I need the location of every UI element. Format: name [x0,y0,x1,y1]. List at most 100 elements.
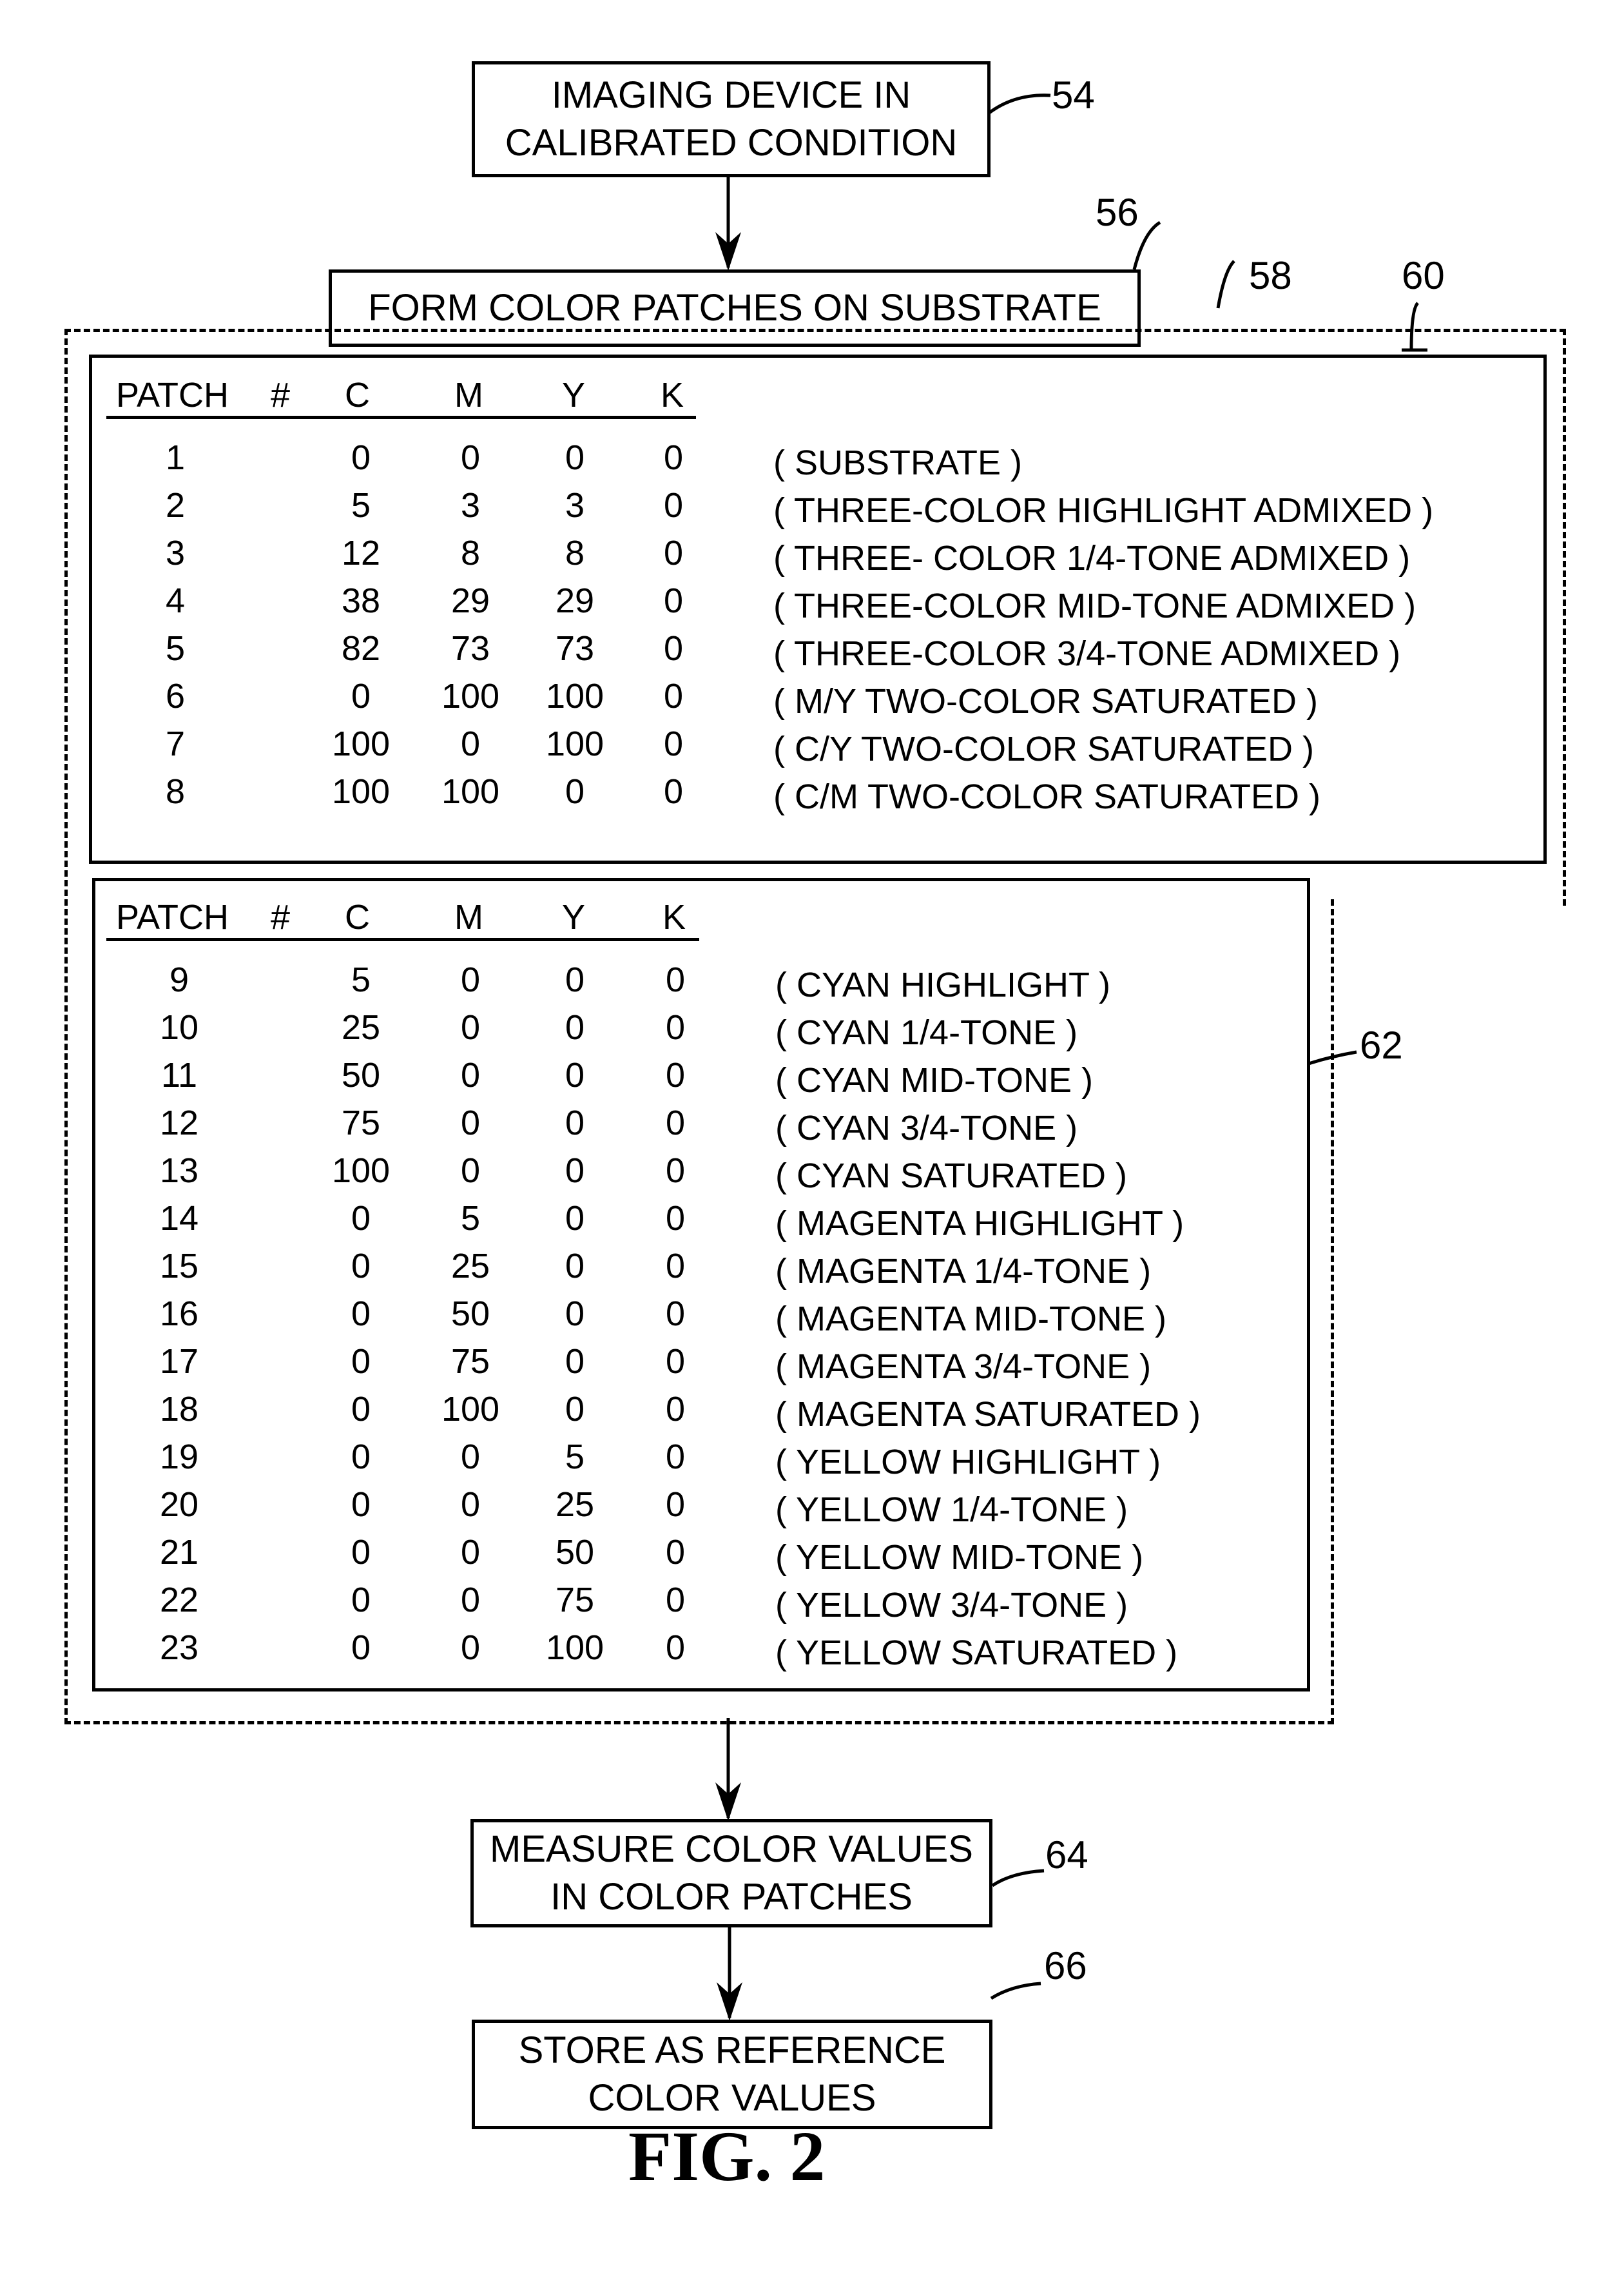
cell-k: 0 [665,1056,686,1095]
step-66-line-1: STORE AS REFERENCE [518,2029,946,2071]
cell-y: 25 [555,1485,595,1524]
cell-k: 0 [665,1533,686,1572]
header-hash: # [271,376,291,414]
cell-description: ( THREE-COLOR HIGHLIGHT ADMIXED ) [773,491,1434,530]
cell-m: 100 [441,677,500,716]
cell-patch: 22 [159,1581,199,1619]
cell-m: 25 [450,1247,490,1285]
cell-m: 0 [460,1056,481,1095]
header-m: M [454,376,483,414]
cell-y: 100 [545,677,604,716]
cell-patch: 19 [159,1438,199,1476]
cell-description: ( C/Y TWO-COLOR SATURATED ) [773,730,1315,768]
ref-58: 58 [1249,254,1292,297]
cell-m: 0 [460,725,481,763]
cell-y: 75 [555,1581,595,1619]
cell-description: ( MAGENTA SATURATED ) [775,1395,1201,1434]
cell-y: 0 [565,1390,585,1428]
cell-c: 75 [341,1104,381,1142]
cell-m: 0 [460,1628,481,1667]
step-54-line-2: CALIBRATED CONDITION [505,122,958,164]
step-66-line-2: COLOR VALUES [588,2077,876,2119]
ref-54: 54 [1052,73,1095,117]
cell-patch: 6 [165,677,186,716]
cell-description: ( YELLOW HIGHLIGHT ) [775,1443,1161,1481]
cell-c: 0 [351,1342,371,1381]
cell-k: 0 [665,1438,686,1476]
cell-m: 0 [460,1581,481,1619]
cell-description: ( MAGENTA HIGHLIGHT ) [775,1204,1184,1243]
cell-m: 29 [450,581,490,620]
cell-y: 8 [565,534,585,572]
header-m: M [454,898,483,937]
cell-y: 50 [555,1533,595,1572]
cell-y: 0 [565,1056,585,1095]
cell-description: ( M/Y TWO-COLOR SATURATED ) [773,682,1319,721]
cell-description: ( CYAN SATURATED ) [775,1156,1128,1195]
cell-c: 0 [351,1485,371,1524]
cell-y: 0 [565,1104,585,1142]
cell-y: 29 [555,581,595,620]
cell-patch: 7 [165,725,186,763]
cell-c: 5 [351,960,371,999]
leader-54 [988,93,1051,115]
header-rule [106,416,696,419]
cell-description: ( YELLOW 3/4-TONE ) [775,1586,1128,1624]
cell-patch: 21 [159,1533,199,1572]
cell-k: 0 [665,1342,686,1381]
cell-c: 100 [331,725,391,763]
step-54-box: IMAGING DEVICE IN CALIBRATED CONDITION [472,61,991,177]
header-y: Y [562,376,586,414]
cell-patch: 17 [159,1342,199,1381]
cell-patch: 15 [159,1247,199,1285]
cell-m: 0 [460,1485,481,1524]
leader-58 [1216,260,1235,309]
header-patch: PATCH [116,376,229,414]
cell-patch: 13 [159,1151,199,1190]
cell-m: 3 [460,486,481,525]
cell-m: 8 [460,534,481,572]
cell-y: 0 [565,772,585,811]
step-56-line-1: FORM COLOR PATCHES ON SUBSTRATE [368,287,1101,329]
cell-patch: 2 [165,486,186,525]
cell-patch: 18 [159,1390,199,1428]
cell-y: 0 [565,438,585,477]
ref-66: 66 [1044,1944,1087,1987]
cell-k: 0 [665,1485,686,1524]
cell-m: 75 [450,1342,490,1381]
cell-description: ( C/M TWO-COLOR SATURATED ) [773,777,1320,816]
figure-label: FIG. 2 [628,2117,826,2196]
cell-description: ( CYAN 1/4-TONE ) [775,1013,1078,1052]
cell-patch: 12 [159,1104,199,1142]
header-rule [106,938,699,941]
leader-64 [991,1869,1045,1887]
cell-description: ( THREE-COLOR MID-TONE ADMIXED ) [773,587,1416,625]
cell-c: 0 [351,1294,371,1333]
cell-k: 0 [665,1008,686,1047]
cell-c: 100 [331,1151,391,1190]
cell-description: ( YELLOW 1/4-TONE ) [775,1490,1128,1529]
cell-y: 0 [565,960,585,999]
step-64-line-2: IN COLOR PATCHES [550,1876,913,1918]
cell-c: 0 [351,1199,371,1238]
cell-c: 82 [341,629,381,668]
cell-k: 0 [663,725,684,763]
header-patch: PATCH [116,898,229,937]
cell-c: 0 [351,1247,371,1285]
cell-k: 0 [663,438,684,477]
cell-k: 0 [665,1151,686,1190]
header-k: K [661,376,684,414]
cell-m: 100 [441,1390,500,1428]
header-c: C [345,898,370,937]
cell-patch: 10 [159,1008,199,1047]
cell-k: 0 [663,629,684,668]
cell-y: 100 [545,1628,604,1667]
ref-56: 56 [1096,191,1139,234]
cell-m: 0 [460,1533,481,1572]
cell-c: 0 [351,1533,371,1572]
cell-y: 0 [565,1247,585,1285]
cell-patch: 9 [169,960,189,999]
cell-c: 0 [351,1390,371,1428]
cell-description: ( CYAN MID-TONE ) [775,1061,1093,1100]
cell-m: 73 [450,629,490,668]
